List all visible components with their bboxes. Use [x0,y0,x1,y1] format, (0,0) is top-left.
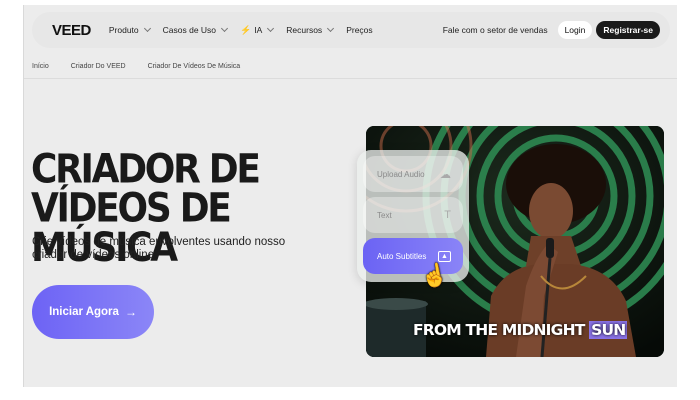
sales-link[interactable]: Fale com o setor de vendas [443,25,548,35]
page-frame: VEED Produto Casos de Uso ⚡ IA Recursos P… [23,5,677,387]
hand-cursor-icon: ☝ [418,260,451,291]
hero-subtitle: Crie vídeos de música envolventes usando… [32,236,286,261]
breadcrumb-item-current: Criador De Vídeos De Música [147,63,241,70]
nav-precos[interactable]: Preços [346,25,372,35]
breadcrumb: Início Criador Do VEED Criador De Vídeos… [32,63,240,70]
caption-highlight-word: SUN [589,321,628,339]
nav-produto[interactable]: Produto [109,24,151,35]
upload-audio-button[interactable]: Upload Audio ☁ [363,156,463,192]
veed-logo[interactable]: VEED [52,22,91,39]
editor-tools-panel: Upload Audio ☁ Text T Auto Subtitles ▲ [357,150,469,282]
arrow-right-icon: → [124,305,137,319]
top-navigation-bar: VEED Produto Casos de Uso ⚡ IA Recursos P… [32,12,670,48]
nav-casos-de-uso[interactable]: Casos de Uso [163,24,229,35]
login-button[interactable]: Login [557,21,593,39]
chevron-down-icon [327,24,335,33]
text-icon: T [444,209,451,221]
main-nav: Produto Casos de Uso ⚡ IA Recursos Preços [109,25,373,36]
signup-button[interactable]: Registrar-se [596,21,660,39]
text-tool-button[interactable]: Text T [363,197,463,233]
chevron-down-icon [267,24,275,33]
subtitle-caption: FROM THE MIDNIGHT SUN [413,321,628,339]
breadcrumb-item-home[interactable]: Início [32,63,49,70]
chevron-down-icon [220,24,229,33]
subtitles-icon: ▲ [438,250,451,262]
breadcrumb-item-creator[interactable]: Criador Do VEED [71,63,126,70]
chevron-down-icon [143,24,151,33]
lightning-icon: ⚡ [240,24,252,35]
nav-ia[interactable]: ⚡ IA [240,24,275,36]
nav-recursos[interactable]: Recursos [286,24,335,35]
divider [24,78,677,79]
start-now-button[interactable]: Iniciar Agora → [32,285,154,339]
upload-cloud-icon: ☁ [440,168,451,181]
auto-subtitles-button[interactable]: Auto Subtitles ▲ [363,238,463,274]
